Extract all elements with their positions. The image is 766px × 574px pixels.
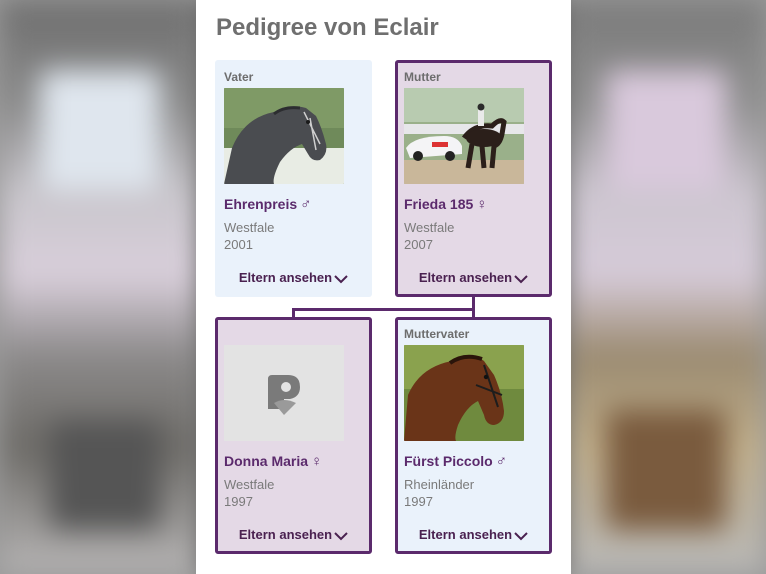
horse-breed: Westfale — [224, 220, 275, 235]
horse-photo — [224, 88, 344, 184]
pedigree-panel: Pedigree von Eclair Vater Ehrenpreis ♂ We… — [196, 0, 571, 574]
horse-name[interactable]: Fürst Piccolo ♂ — [404, 453, 507, 470]
pedigree-card-vater[interactable]: Vater Ehrenpreis ♂ Westfale 2001 Eltern a… — [215, 60, 372, 297]
card-role-label: Vater — [224, 70, 254, 84]
pedigree-card-mutter[interactable]: Mutter Frieda 185 ♀ Westfale 2007 Eltern … — [395, 60, 552, 297]
card-role-label: Muttervater — [404, 327, 470, 341]
female-symbol-icon: ♀ — [476, 196, 488, 213]
view-parents-button[interactable]: Eltern ansehen — [398, 270, 549, 285]
horse-name[interactable]: Donna Maria ♀ — [224, 453, 322, 470]
horse-photo — [404, 345, 524, 441]
horse-year: 2007 — [404, 237, 433, 252]
view-parents-button[interactable]: Eltern ansehen — [398, 527, 549, 542]
horse-photo — [404, 88, 524, 184]
pedigree-card-muttervater[interactable]: Muttervater Fürst Piccolo ♂ Rheinländer 1… — [395, 317, 552, 554]
horse-year: 1997 — [224, 494, 253, 509]
female-symbol-icon: ♀ — [311, 453, 323, 470]
chevron-down-icon — [334, 531, 348, 540]
male-symbol-icon: ♂ — [300, 196, 312, 213]
chevron-down-icon — [514, 274, 528, 283]
placeholder-photo — [224, 345, 344, 441]
horse-year: 1997 — [404, 494, 433, 509]
horse-breed: Westfale — [224, 477, 275, 492]
placeholder-logo-icon — [224, 345, 344, 441]
view-parents-button[interactable]: Eltern ansehen — [215, 270, 372, 285]
horse-name[interactable]: Ehrenpreis ♂ — [224, 196, 311, 213]
pedigree-connector-horizontal — [292, 308, 475, 311]
male-symbol-icon: ♂ — [495, 453, 507, 470]
chevron-down-icon — [514, 531, 528, 540]
pedigree-card-muttermutter[interactable]: Donna Maria ♀ Westfale 1997 Eltern ansehe… — [215, 317, 372, 554]
page-title: Pedigree von Eclair — [216, 14, 439, 41]
view-parents-button[interactable]: Eltern ansehen — [218, 527, 369, 542]
horse-breed: Westfale — [404, 220, 455, 235]
horse-breed: Rheinländer — [404, 477, 475, 492]
card-role-label: Mutter — [404, 70, 441, 84]
horse-year: 2001 — [224, 237, 253, 252]
chevron-down-icon — [334, 274, 348, 283]
horse-name[interactable]: Frieda 185 ♀ — [404, 196, 488, 213]
